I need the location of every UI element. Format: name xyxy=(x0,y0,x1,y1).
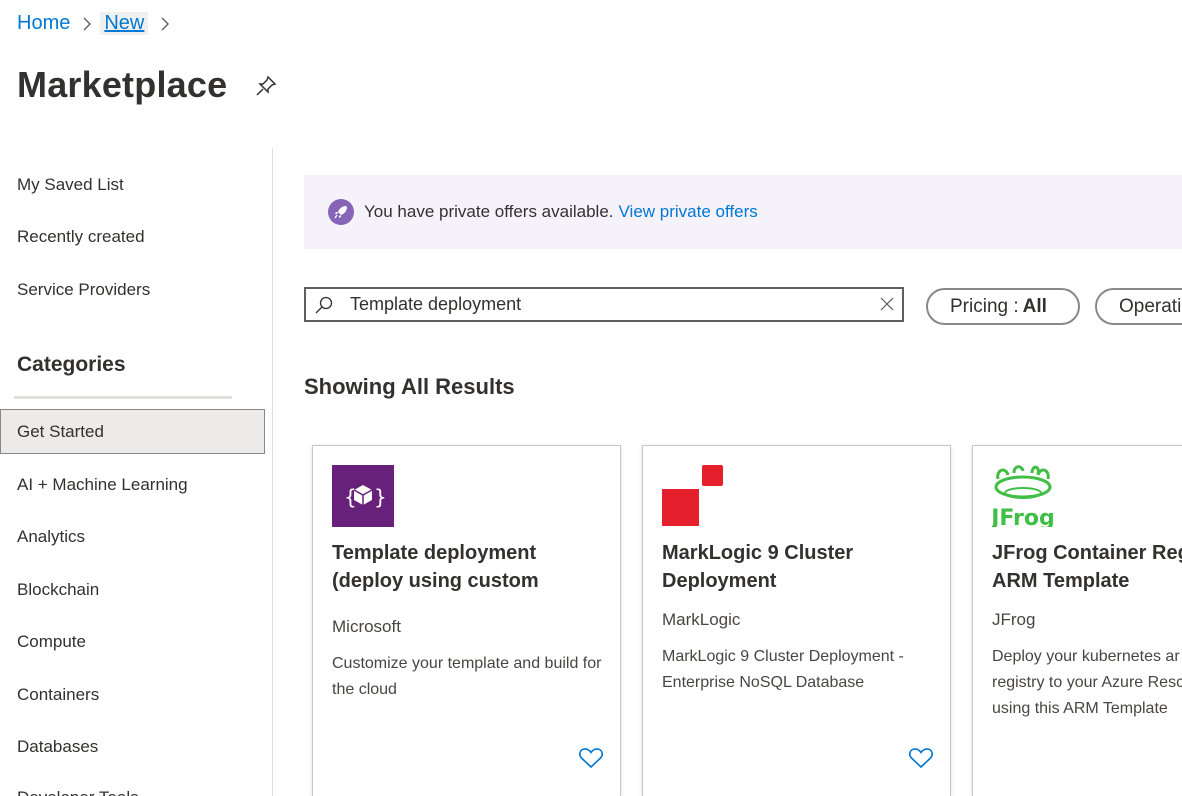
chevron-right-icon xyxy=(160,16,170,32)
offer-description: MarkLogic 9 Cluster Deployment - Enterpr… xyxy=(662,648,904,691)
pricing-filter-value: All xyxy=(1022,295,1047,317)
offer-card[interactable]: JFrog JFrog Container Reg ARM Template J… xyxy=(972,445,1182,796)
sidebar-item-analytics[interactable]: Analytics xyxy=(17,527,85,547)
offer-title: JFrog Container Reg ARM Template xyxy=(992,539,1182,595)
search-input[interactable] xyxy=(350,294,850,315)
offer-description: Deploy your kubernetes ar registry to yo… xyxy=(992,648,1182,717)
chevron-right-icon xyxy=(82,16,92,32)
pin-icon[interactable] xyxy=(254,74,278,98)
sidebar-item-recently-created[interactable]: Recently created xyxy=(17,227,145,247)
divider xyxy=(14,396,232,399)
sidebar-item-compute[interactable]: Compute xyxy=(17,632,86,652)
sidebar-item-containers[interactable]: Containers xyxy=(17,685,99,705)
svg-text:}: } xyxy=(374,485,387,509)
operating-system-filter-button[interactable]: Operati xyxy=(1095,288,1182,325)
offer-card[interactable]: MarkLogic 9 Cluster Deployment MarkLogic… xyxy=(642,445,951,796)
search-box xyxy=(304,287,904,322)
page-title: Marketplace xyxy=(17,64,228,105)
rocket-icon xyxy=(328,199,354,225)
close-icon[interactable] xyxy=(880,297,894,311)
offer-publisher: JFrog xyxy=(992,610,1036,629)
breadcrumb-home[interactable]: Home xyxy=(17,12,70,35)
offer-title-text: JFrog Container Reg ARM Template xyxy=(992,542,1182,592)
sidebar-item-databases[interactable]: Databases xyxy=(17,737,98,757)
pricing-filter-button[interactable]: Pricing : All xyxy=(926,288,1080,325)
offer-title: MarkLogic 9 Cluster Deployment xyxy=(662,542,854,592)
sidebar-item-my-saved-list[interactable]: My Saved List xyxy=(17,175,124,195)
breadcrumb: Home New xyxy=(17,12,182,35)
operating-system-filter-label: Operati xyxy=(1119,295,1182,317)
categories-heading: Categories xyxy=(17,353,126,376)
banner-text: You have private offers available. xyxy=(364,202,614,221)
heart-icon[interactable] xyxy=(908,746,934,770)
search-icon xyxy=(314,295,334,315)
offer-title: Template deployment (deploy using custom xyxy=(332,542,539,592)
sidebar-item-service-providers[interactable]: Service Providers xyxy=(17,280,150,300)
marklogic-logo-icon xyxy=(662,465,724,527)
results-heading: Showing All Results xyxy=(304,374,515,399)
sidebar-item-developer-tools[interactable]: Developer Tools xyxy=(17,788,139,796)
template-logo-icon: { } xyxy=(332,465,394,527)
svg-text:JFrog: JFrog xyxy=(992,506,1054,527)
sidebar-item-ai-machine-learning[interactable]: AI + Machine Learning xyxy=(17,475,188,495)
offer-publisher: MarkLogic xyxy=(662,610,741,629)
view-private-offers-link[interactable]: View private offers xyxy=(619,202,758,222)
offer-card[interactable]: { } Template deployment (deploy using cu… xyxy=(312,445,621,796)
sidebar-item-get-started[interactable]: Get Started xyxy=(17,422,104,442)
offer-publisher: Microsoft xyxy=(332,617,401,636)
breadcrumb-new[interactable]: New xyxy=(100,12,149,35)
pricing-filter-label: Pricing : xyxy=(950,295,1019,317)
private-offers-banner: You have private offers available. View … xyxy=(304,175,1182,249)
jfrog-logo-icon: JFrog xyxy=(989,465,1055,531)
offer-description: Customize your template and build for th… xyxy=(332,655,602,698)
heart-icon[interactable] xyxy=(578,746,604,770)
sidebar: My Saved List Recently created Service P… xyxy=(0,148,273,796)
sidebar-item-blockchain[interactable]: Blockchain xyxy=(17,580,99,600)
